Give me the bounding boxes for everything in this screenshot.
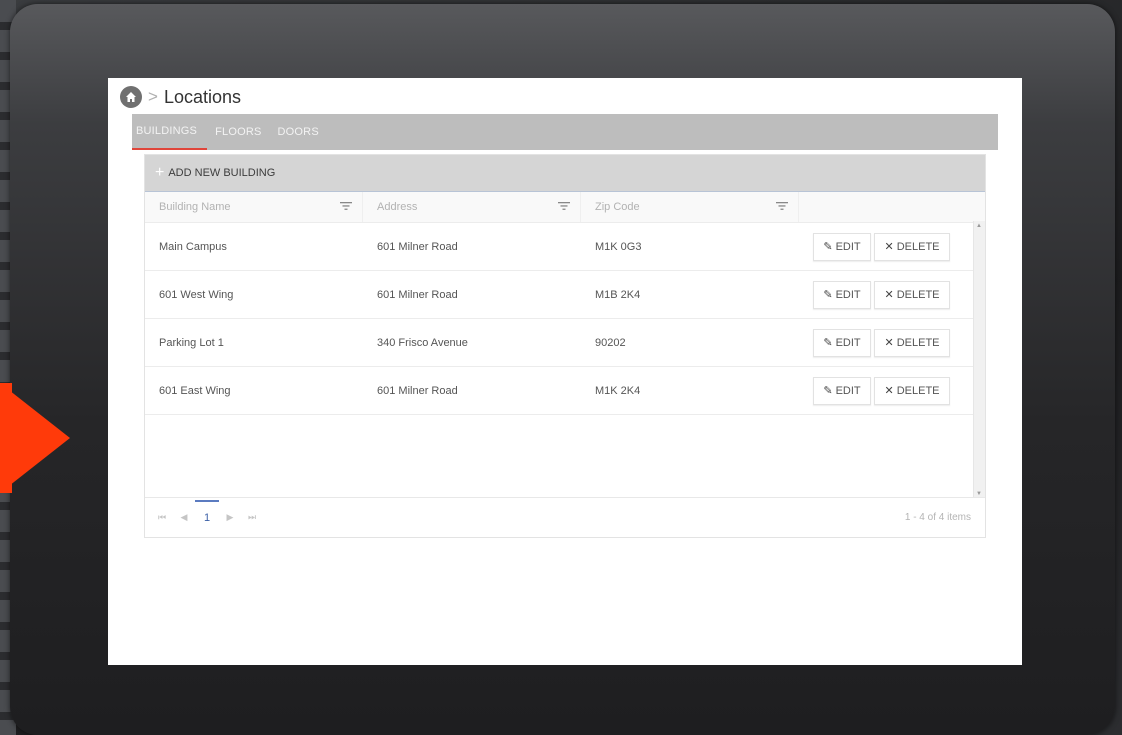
breadcrumb: > Locations <box>120 84 241 110</box>
scroll-up-icon[interactable]: ▲ <box>976 223 982 229</box>
table-row[interactable]: Parking Lot 1 340 Frisco Avenue 90202 ✎ … <box>145 319 985 367</box>
pager-info: 1 - 4 of 4 items <box>904 512 971 523</box>
delete-label: DELETE <box>896 288 940 301</box>
plus-icon: + <box>155 164 165 181</box>
add-new-building-label: ADD NEW BUILDING <box>168 167 276 179</box>
app-screen: > Locations BUILDINGS FLOORS DOORS + ADD… <box>108 78 1022 665</box>
cell-address: 601 Milner Road <box>377 288 458 301</box>
grid-header: Building Name Address Zip Code <box>145 192 985 223</box>
cell-zip-code: 90202 <box>595 336 626 349</box>
page-number-current[interactable]: 1 <box>195 499 219 524</box>
vertical-scrollbar[interactable]: ▲ ▼ <box>973 221 985 499</box>
cell-building-name: 601 East Wing <box>159 384 231 397</box>
column-header-label: Building Name <box>159 201 231 213</box>
cell-building-name: 601 West Wing <box>159 288 234 301</box>
delete-button[interactable]: ✕ DELETE <box>874 280 950 309</box>
pencil-icon: ✎ <box>823 241 833 253</box>
delete-button[interactable]: ✕ DELETE <box>874 232 950 261</box>
cell-address: 601 Milner Road <box>377 384 458 397</box>
table-row[interactable]: 601 East Wing 601 Milner Road M1K 2K4 ✎ … <box>145 367 985 415</box>
prev-page-icon[interactable]: ◀ <box>173 512 195 523</box>
edit-label: EDIT <box>835 336 861 349</box>
edit-button[interactable]: ✎ EDIT <box>813 376 871 405</box>
page-title: Locations <box>163 86 241 107</box>
last-page-icon[interactable]: ⏭ <box>241 512 263 523</box>
column-header-building-name[interactable]: Building Name <box>145 192 363 222</box>
cell-zip-code: M1B 2K4 <box>595 288 641 301</box>
edit-button[interactable]: ✎ EDIT <box>813 280 871 309</box>
add-new-building-button[interactable]: + ADD NEW BUILDING <box>155 165 275 181</box>
cell-address: 601 Milner Road <box>377 240 458 253</box>
column-header-label: Address <box>377 201 418 213</box>
table-row[interactable]: 601 West Wing 601 Milner Road M1B 2K4 ✎ … <box>145 271 985 319</box>
edit-label: EDIT <box>835 384 861 397</box>
cell-building-name: Parking Lot 1 <box>159 336 224 349</box>
cell-zip-code: M1K 2K4 <box>595 384 641 397</box>
pager: ⏮ ◀ 1 ▶ ⏭ 1 - 4 of 4 items <box>145 497 985 537</box>
filter-icon[interactable] <box>558 201 570 211</box>
row-actions: ✎ EDIT ✕ DELETE <box>799 319 983 366</box>
cell-address: 340 Frisco Avenue <box>377 336 468 349</box>
pencil-icon: ✎ <box>823 289 833 301</box>
edit-label: EDIT <box>835 240 861 253</box>
next-page-icon[interactable]: ▶ <box>219 512 241 523</box>
breadcrumb-separator: > <box>148 87 158 106</box>
row-actions: ✎ EDIT ✕ DELETE <box>799 367 983 414</box>
row-actions: ✎ EDIT ✕ DELETE <box>799 271 983 318</box>
tab-doors[interactable]: DOORS <box>270 114 327 150</box>
buildings-grid: + ADD NEW BUILDING Building Name Address <box>144 154 986 538</box>
tab-buildings[interactable]: BUILDINGS <box>132 114 208 150</box>
row-actions: ✎ EDIT ✕ DELETE <box>799 223 983 270</box>
delete-button[interactable]: ✕ DELETE <box>874 376 950 405</box>
cell-zip-code: M1K 0G3 <box>595 240 642 253</box>
cell-building-name: Main Campus <box>159 240 227 253</box>
column-header-label: Zip Code <box>595 201 640 213</box>
column-header-actions <box>799 192 969 222</box>
x-icon: ✕ <box>884 289 894 301</box>
delete-button[interactable]: ✕ DELETE <box>874 328 950 357</box>
home-icon[interactable] <box>120 86 142 108</box>
column-header-zip-code[interactable]: Zip Code <box>581 192 799 222</box>
x-icon: ✕ <box>884 337 894 349</box>
grid-body: Main Campus 601 Milner Road M1K 0G3 ✎ ED… <box>145 223 985 415</box>
x-icon: ✕ <box>884 241 894 253</box>
pencil-icon: ✎ <box>823 385 833 397</box>
tab-bar: BUILDINGS FLOORS DOORS <box>132 114 998 150</box>
pointer-arrow <box>0 383 70 493</box>
edit-button[interactable]: ✎ EDIT <box>813 328 871 357</box>
delete-label: DELETE <box>896 336 940 349</box>
edit-button[interactable]: ✎ EDIT <box>813 232 871 261</box>
first-page-icon[interactable]: ⏮ <box>151 512 173 523</box>
table-row[interactable]: Main Campus 601 Milner Road M1K 0G3 ✎ ED… <box>145 223 985 271</box>
grid-toolbar: + ADD NEW BUILDING <box>145 155 985 192</box>
delete-label: DELETE <box>896 384 940 397</box>
tab-floors[interactable]: FLOORS <box>207 114 269 150</box>
edit-label: EDIT <box>835 288 861 301</box>
delete-label: DELETE <box>896 240 940 253</box>
filter-icon[interactable] <box>776 201 788 211</box>
pencil-icon: ✎ <box>823 337 833 349</box>
column-header-address[interactable]: Address <box>363 192 581 222</box>
filter-icon[interactable] <box>340 201 352 211</box>
x-icon: ✕ <box>884 385 894 397</box>
